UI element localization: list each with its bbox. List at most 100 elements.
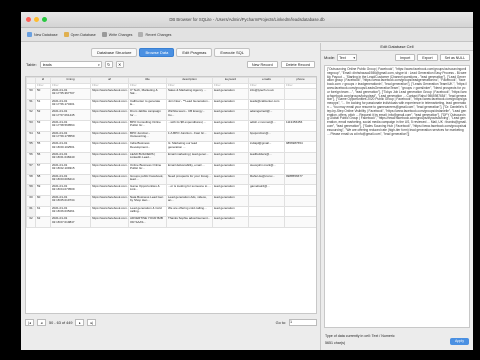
- table-cell[interactable]: 1:A BPO Junction - Fast Gr...: [166, 130, 213, 143]
- row-number[interactable]: 62: [26, 216, 36, 228]
- table-cell[interactable]: lead generation: [212, 98, 249, 111]
- table-cell[interactable]: Lead generation Ads, videos, an...: [166, 194, 213, 207]
- table-cell[interactable]: Drum Jabble campaign for ...: [128, 109, 167, 122]
- table-cell[interactable]: adish.v.monnet@...: [248, 120, 285, 132]
- table-cell[interactable]: https://www.facebook.com...: [90, 130, 129, 143]
- table-cell[interactable]: [284, 130, 316, 143]
- table-cell[interactable]: 54: [35, 130, 51, 143]
- row-number[interactable]: 58: [26, 173, 36, 186]
- table-cell[interactable]: 55: [35, 141, 51, 154]
- table-cell[interactable]: ...or is looking for someone to ...: [166, 184, 213, 196]
- table-cell[interactable]: 51: [35, 98, 51, 111]
- row-number[interactable]: 55: [26, 141, 36, 154]
- table-cell[interactable]: 2021-01-01 02:18:01.048440: [50, 152, 91, 164]
- table-cell[interactable]: ...with its $8 expenditures) ...: [166, 120, 213, 132]
- table-cell[interactable]: Online Business Online Public Gr...: [128, 162, 167, 175]
- table-cell[interactable]: [284, 98, 316, 111]
- table-cell[interactable]: leadbuilders@...: [248, 152, 285, 164]
- table-row[interactable]: 50 50 2021-01-01 02:17:55.367707 https://ww…: [26, 88, 316, 100]
- table-cell[interactable]: India Business Development...: [128, 141, 167, 154]
- table-cell[interactable]: [284, 205, 316, 218]
- table-cell[interactable]: indiajd@gmail...: [248, 141, 285, 154]
- table-cell[interactable]: https://www.facebook.com...: [90, 194, 129, 207]
- tab-execute-sql[interactable]: Execute SQL: [214, 48, 250, 57]
- table-cell[interactable]: https://www.facebook.com...: [90, 184, 129, 196]
- table-cell[interactable]: 2021-01-01 02:17:58.569564: [50, 120, 91, 132]
- row-number[interactable]: 56: [26, 152, 36, 164]
- row-number[interactable]: 50: [26, 88, 36, 100]
- table-cell[interactable]: Lead generation & Cold calling...: [128, 205, 167, 218]
- last-page-button[interactable]: ▸|: [87, 319, 97, 326]
- table-cell[interactable]: Thanks Sophie advertisement...: [166, 216, 213, 228]
- table-cell[interactable]: [284, 109, 316, 122]
- table-row[interactable]: 57 57 2021-01-01 02:18:02.109315 https://ww…: [26, 162, 316, 175]
- table-cell[interactable]: Wichita team - CB Energy - Co...: [166, 109, 213, 122]
- table-cell[interactable]: 1113456456: [284, 120, 316, 132]
- table-cell[interactable]: https://www.facebook.com...: [90, 98, 129, 111]
- table-cell[interactable]: 50: [35, 88, 51, 100]
- table-cell[interactable]: 2021-01-01 02:18:06.035261: [50, 205, 91, 218]
- table-cell[interactable]: Email marketing | lead gener...: [166, 152, 213, 164]
- table-cell[interactable]: [284, 184, 316, 196]
- table-cell[interactable]: https://www.facebook.com...: [90, 205, 129, 218]
- table-cell[interactable]: https://www.facebook.com...: [90, 109, 129, 122]
- table-cell[interactable]: lead generation: [212, 162, 249, 175]
- table-cell[interactable]: https://www.facebook.com...: [90, 216, 129, 228]
- table-cell[interactable]: 2021-01-01 02:18:04.070509: [50, 184, 91, 196]
- row-number[interactable]: 61: [26, 205, 36, 218]
- table-cell[interactable]: 2021-01-01 02:17:57.061445: [50, 109, 91, 122]
- table-cell[interactable]: BPO Consulting Online Public Gr...: [128, 120, 167, 132]
- table-cell[interactable]: 2021-01-01 02:18:03.006214: [50, 173, 91, 186]
- import-button[interactable]: Import: [395, 54, 416, 61]
- delete-record-button[interactable]: Delete Record: [280, 61, 315, 68]
- table-cell[interactable]: lead generation: [212, 109, 249, 122]
- row-number[interactable]: 53: [26, 120, 36, 132]
- table-cell[interactable]: 2021-01-01 02:17:59.179559: [50, 130, 91, 143]
- data-grid[interactable]: id timing url title description keyword …: [25, 76, 317, 314]
- table-row[interactable]: 54 54 2021-01-01 02:17:59.179559 https://ww…: [26, 130, 316, 143]
- table-cell[interactable]: 2021-01-01 02:18:05.019734: [50, 194, 91, 207]
- refresh-button[interactable]: ↻: [104, 61, 113, 68]
- table-cell[interactable]: [248, 205, 285, 218]
- table-cell[interactable]: 52: [35, 109, 51, 122]
- table-row[interactable]: 59 59 2021-01-01 02:18:04.070509 https://ww…: [26, 184, 316, 196]
- table-cell[interactable]: Join Now - **Lead Generation...: [166, 98, 213, 111]
- table-cell[interactable]: lead generation: [212, 173, 249, 186]
- table-cell[interactable]: adamgarnett@...: [248, 109, 285, 122]
- table-row[interactable]: 61 61 2021-01-01 02:18:06.035261 https://ww…: [26, 205, 316, 218]
- table-cell[interactable]: lead generation: [212, 184, 249, 196]
- table-cell[interactable]: Need prospects for your foreig...: [166, 173, 213, 186]
- table-cell[interactable]: lead generation: [212, 194, 249, 207]
- write-changes-button[interactable]: Write Changes: [101, 32, 132, 37]
- table-cell[interactable]: lead generation: [212, 120, 249, 132]
- table-cell[interactable]: Email deliverability, email ...: [166, 162, 213, 175]
- table-cell[interactable]: lead generation: [212, 130, 249, 143]
- export-button[interactable]: Export: [417, 54, 438, 61]
- table-row[interactable]: 53 53 2021-01-01 02:17:58.569564 https://ww…: [26, 120, 316, 132]
- table-select[interactable]: leads ▾: [39, 61, 102, 68]
- table-cell[interactable]: 58: [35, 173, 51, 186]
- table-cell[interactable]: 2021-01-01 02:18:07.019847: [50, 216, 91, 228]
- row-number[interactable]: 51: [26, 98, 36, 111]
- row-number[interactable]: 54: [26, 130, 36, 143]
- table-cell[interactable]: 60: [35, 194, 51, 207]
- table-cell[interactable]: stevejohn.mark@...: [248, 162, 285, 175]
- row-number[interactable]: 59: [26, 184, 36, 196]
- table-cell[interactable]: ADVERTISE YOUR B2B OR SAAS...: [128, 216, 167, 228]
- table-cell[interactable]: https://www.facebook.com...: [90, 173, 129, 186]
- table-row[interactable]: 52 52 2021-01-01 02:17:57.061445 https://ww…: [26, 109, 316, 122]
- apply-button[interactable]: Apply: [450, 338, 469, 345]
- table-cell[interactable]: Sales & Marketing Agency ...: [166, 88, 213, 100]
- table-cell[interactable]: 57: [35, 162, 51, 175]
- tab-browse-data[interactable]: Browse Data: [139, 48, 175, 57]
- set-null-button[interactable]: Set as NULL: [439, 54, 470, 61]
- tab-database-structure[interactable]: Database Structure: [91, 48, 138, 57]
- table-cell[interactable]: 56: [35, 152, 51, 164]
- table-cell[interactable]: lead generation: [212, 205, 249, 218]
- table-cell[interactable]: 53: [35, 120, 51, 132]
- table-cell[interactable]: [284, 88, 316, 100]
- table-cell[interactable]: lead generation: [212, 152, 249, 164]
- table-cell[interactable]: BPO Junction - Outsourcing...: [128, 130, 167, 143]
- table-cell[interactable]: 61: [35, 205, 51, 218]
- table-cell[interactable]: We are offering cold calling...: [166, 205, 213, 218]
